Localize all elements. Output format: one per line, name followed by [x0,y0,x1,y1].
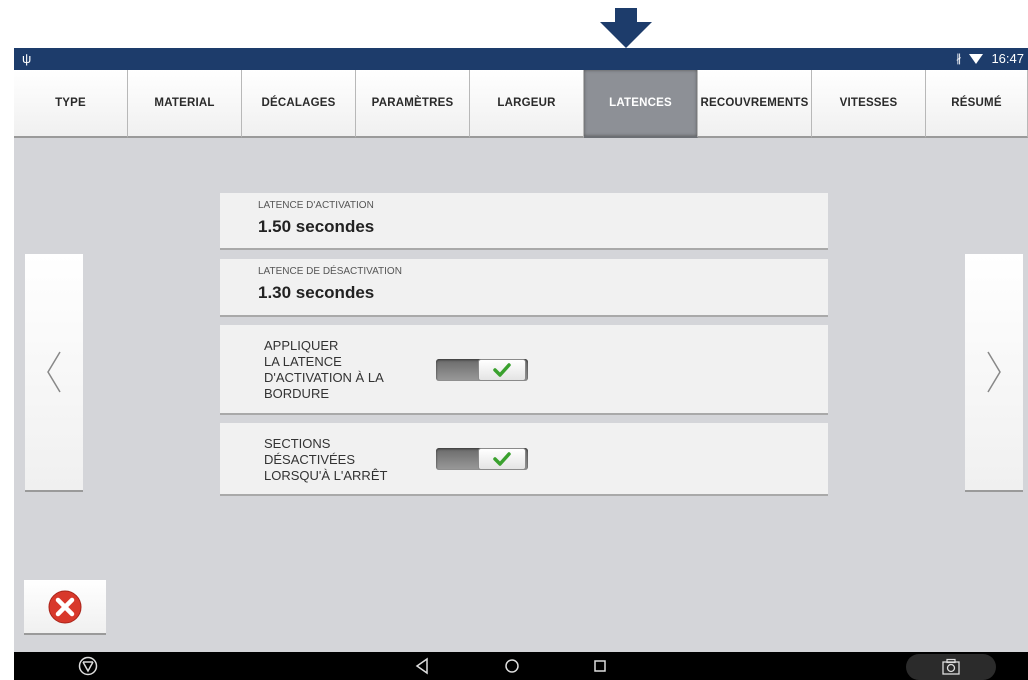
cancel-x-icon [48,590,82,623]
cancel-button[interactable] [24,580,106,635]
clock: 16:47 [991,51,1024,66]
wizard-tabs: TYPE MATERIAL DÉCALAGES PARAMÈTRES LARGE… [14,70,1028,138]
deactivation-latency-label: LATENCE DE DÉSACTIVATION [258,266,402,277]
tab-resume[interactable]: RÉSUMÉ [926,70,1028,138]
status-bar: ψ ∦ 16:47 [14,48,1028,70]
tablet-screen: ψ ∦ 16:47 TYPE MATERIAL DÉCALAGES PARAMÈ… [14,48,1028,680]
camera-icon [942,658,960,675]
deactivation-latency-field[interactable]: LATENCE DE DÉSACTIVATION 1.30 secondes [220,259,828,317]
back-icon[interactable] [414,656,430,676]
tab-parametres[interactable]: PARAMÈTRES [356,70,470,138]
wifi-icon [969,53,984,64]
tab-latences[interactable]: LATENCES [584,70,698,138]
apply-border-label: APPLIQUER LA LATENCE D'ACTIVATION À LA B… [264,338,384,401]
tab-largeur[interactable]: LARGEUR [470,70,584,138]
sections-off-label: SECTIONS DÉSACTIVÉES LORSQU'À L'ARRÊT [264,436,388,483]
tab-vitesses[interactable]: VITESSES [812,70,926,138]
screenshot-button[interactable] [906,654,996,680]
activation-latency-label: LATENCE D'ACTIVATION [258,200,374,211]
previous-button[interactable] [25,254,83,492]
next-button[interactable] [965,254,1023,492]
bluetooth-icon: ∦ [955,53,962,65]
annotation-arrow-icon [600,8,652,48]
tab-material[interactable]: MATERIAL [128,70,242,138]
activation-latency-value: 1.50 secondes [258,217,375,236]
chevron-left-icon [47,351,61,393]
activation-latency-field[interactable]: LATENCE D'ACTIVATION 1.50 secondes [220,193,828,250]
check-icon [478,448,526,470]
apply-border-row: APPLIQUER LA LATENCE D'ACTIVATION À LA B… [220,325,828,415]
check-icon [478,359,526,381]
system-nav-bar [14,652,1028,680]
home-icon[interactable] [502,656,522,676]
shield-v-icon[interactable] [78,656,98,676]
apply-border-toggle[interactable] [436,359,528,381]
sections-off-toggle[interactable] [436,448,528,470]
sections-off-row: SECTIONS DÉSACTIVÉES LORSQU'À L'ARRÊT [220,423,828,496]
tab-decalages[interactable]: DÉCALAGES [242,70,356,138]
usb-icon: ψ [22,51,32,66]
tab-type[interactable]: TYPE [14,70,128,138]
recents-icon[interactable] [590,656,610,676]
chevron-right-icon [987,351,1001,393]
deactivation-latency-value: 1.30 secondes [258,283,375,302]
tab-recouvrements[interactable]: RECOUVREMENTS [698,70,812,138]
